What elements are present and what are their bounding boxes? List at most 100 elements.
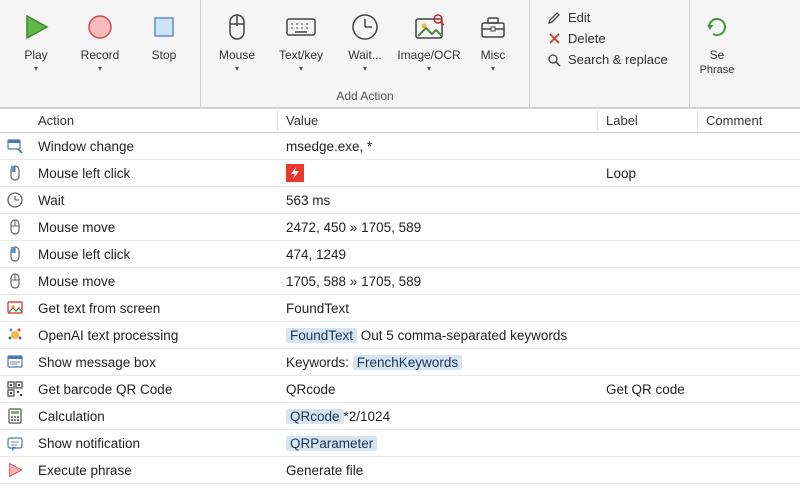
edit-button[interactable]: Edit bbox=[546, 10, 673, 25]
cell-action: OpenAI text processing bbox=[30, 325, 278, 346]
table-row[interactable]: Wait563 ms bbox=[0, 187, 800, 214]
keyboard-icon bbox=[285, 8, 317, 46]
cell-comment bbox=[698, 170, 800, 176]
cell-comment bbox=[698, 224, 800, 230]
delete-button[interactable]: Delete bbox=[546, 31, 673, 46]
cell-action: Window change bbox=[30, 136, 278, 157]
caret-icon: ▾ bbox=[363, 64, 367, 73]
add-action-group-label: Add Action bbox=[207, 87, 523, 105]
play-icon bbox=[21, 8, 51, 46]
clock-icon bbox=[350, 8, 380, 46]
cell-action: Mouse left click bbox=[30, 244, 278, 265]
msgbox-icon bbox=[0, 353, 30, 371]
header-value[interactable]: Value bbox=[278, 110, 598, 131]
cell-comment bbox=[698, 278, 800, 284]
ribbon-group-phrase: Se Phrase bbox=[690, 0, 744, 107]
table-row[interactable]: Mouse left clickLoop bbox=[0, 160, 800, 187]
mouse-move-icon bbox=[0, 218, 30, 236]
caret-icon: ▾ bbox=[491, 64, 495, 73]
cell-action: Execute phrase bbox=[30, 460, 278, 481]
search-replace-label: Search & replace bbox=[568, 52, 668, 67]
cell-comment bbox=[698, 413, 800, 419]
caret-icon: ▾ bbox=[235, 64, 239, 73]
cell-action: Get text from screen bbox=[30, 298, 278, 319]
toolbox-icon bbox=[478, 8, 508, 46]
cell-comment bbox=[698, 440, 800, 446]
search-replace-button[interactable]: Search & replace bbox=[546, 52, 673, 67]
window-change-icon bbox=[0, 137, 30, 155]
cell-action: Calculation bbox=[30, 406, 278, 427]
cell-label bbox=[598, 278, 698, 284]
cell-comment bbox=[698, 332, 800, 338]
cell-action: Wait bbox=[30, 190, 278, 211]
delete-label: Delete bbox=[568, 31, 606, 46]
ribbon-group-add-action: Mouse ▾ Text/key ▾ Wait... ▾ bbox=[201, 0, 530, 107]
action-table: Action Value Label Comment Window change… bbox=[0, 108, 800, 484]
bolt-icon bbox=[286, 164, 304, 182]
cell-label bbox=[598, 440, 698, 446]
clock-icon bbox=[0, 191, 30, 209]
wait-button[interactable]: Wait... ▾ bbox=[335, 4, 395, 87]
mouse-click-icon bbox=[0, 164, 30, 182]
cell-label bbox=[598, 359, 698, 365]
caret-icon: ▾ bbox=[34, 64, 38, 73]
phrase-label: Se bbox=[710, 48, 725, 62]
cell-comment bbox=[698, 143, 800, 149]
table-row[interactable]: Mouse left click474, 1249 bbox=[0, 241, 800, 268]
cell-comment bbox=[698, 359, 800, 365]
variable-chip: QRParameter bbox=[286, 436, 377, 451]
cell-value: 2472, 450 » 1705, 589 bbox=[278, 217, 598, 238]
stop-label: Stop bbox=[152, 48, 177, 62]
table-row[interactable]: Window changemsedge.exe, * bbox=[0, 133, 800, 160]
cell-action: Mouse move bbox=[30, 271, 278, 292]
caret-icon: ▾ bbox=[427, 64, 431, 73]
cell-label bbox=[598, 224, 698, 230]
cell-label bbox=[598, 413, 698, 419]
cell-label bbox=[598, 197, 698, 203]
table-row[interactable]: OpenAI text processingFoundText Out 5 co… bbox=[0, 322, 800, 349]
caret-icon: ▾ bbox=[299, 64, 303, 73]
cell-comment bbox=[698, 251, 800, 257]
header-comment[interactable]: Comment bbox=[698, 110, 800, 131]
header-action[interactable]: Action bbox=[30, 110, 278, 131]
phrase-button[interactable]: Se Phrase bbox=[696, 4, 738, 105]
table-row[interactable]: Mouse move2472, 450 » 1705, 589 bbox=[0, 214, 800, 241]
cell-value: Generate file bbox=[278, 460, 598, 481]
cell-action: Show notification bbox=[30, 433, 278, 454]
cell-value: msedge.exe, * bbox=[278, 136, 598, 157]
header-label[interactable]: Label bbox=[598, 110, 698, 131]
record-button[interactable]: Record ▾ bbox=[70, 4, 130, 87]
table-row[interactable]: Show notification QRParameter bbox=[0, 430, 800, 457]
qrcode-icon bbox=[0, 380, 30, 398]
imageocr-button[interactable]: Image/OCR ▾ bbox=[399, 4, 459, 87]
cell-comment bbox=[698, 305, 800, 311]
table-row[interactable]: Get text from screenFoundText bbox=[0, 295, 800, 322]
edit-label: Edit bbox=[568, 10, 590, 25]
cell-label bbox=[598, 467, 698, 473]
cell-value: 1705, 588 » 1705, 589 bbox=[278, 271, 598, 292]
cell-comment bbox=[698, 467, 800, 473]
table-row[interactable]: Get barcode QR CodeQRcodeGet QR code bbox=[0, 376, 800, 403]
exec-icon bbox=[0, 461, 30, 479]
table-row[interactable]: CalculationQRcode*2/1024 bbox=[0, 403, 800, 430]
play-label: Play bbox=[24, 48, 47, 62]
mouse-button[interactable]: Mouse ▾ bbox=[207, 4, 267, 87]
table-row[interactable]: Execute phraseGenerate file bbox=[0, 457, 800, 484]
record-icon bbox=[85, 8, 115, 46]
table-row[interactable]: Show message boxKeywords: FrenchKeywords bbox=[0, 349, 800, 376]
table-header: Action Value Label Comment bbox=[0, 109, 800, 133]
textkey-button[interactable]: Text/key ▾ bbox=[271, 4, 331, 87]
cell-value: FoundText bbox=[278, 298, 598, 319]
wait-label: Wait... bbox=[348, 48, 382, 62]
cell-value: Keywords: FrenchKeywords bbox=[278, 352, 598, 373]
ribbon: Play ▾ Record ▾ Stop bbox=[0, 0, 800, 108]
table-row[interactable]: Mouse move1705, 588 » 1705, 589 bbox=[0, 268, 800, 295]
stop-button[interactable]: Stop bbox=[134, 4, 194, 87]
table-body: Window changemsedge.exe, *Mouse left cli… bbox=[0, 133, 800, 484]
misc-button[interactable]: Misc ▾ bbox=[463, 4, 523, 87]
play-button[interactable]: Play ▾ bbox=[6, 4, 66, 87]
cell-label bbox=[598, 251, 698, 257]
cell-label bbox=[598, 305, 698, 311]
delete-icon bbox=[546, 32, 562, 45]
textkey-label: Text/key bbox=[279, 48, 323, 62]
